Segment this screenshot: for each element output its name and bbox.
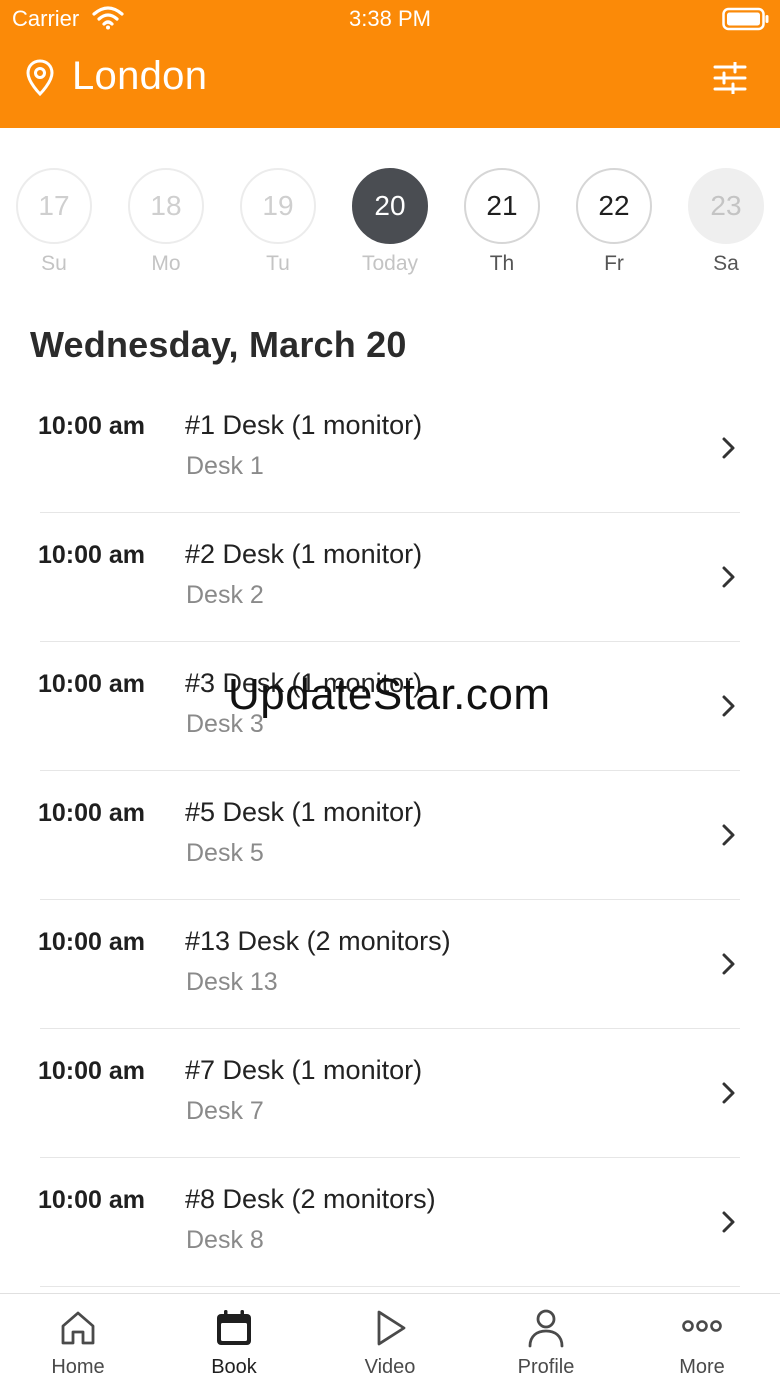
- day-21[interactable]: 21 Th: [462, 168, 542, 276]
- tab-label: Book: [211, 1356, 257, 1378]
- booking-subtitle: Desk 7: [186, 1097, 264, 1125]
- booking-title: #5 Desk (1 monitor): [185, 797, 423, 827]
- chevron-right-icon: [722, 1082, 735, 1104]
- day-label: Fr: [604, 252, 624, 275]
- booking-row[interactable]: 10:00 am #3 Desk (1 monitor) Desk 3: [0, 642, 780, 771]
- tab-label: Video: [364, 1356, 416, 1378]
- booking-time: 10:00 am: [38, 1057, 146, 1085]
- tab-label: Home: [51, 1356, 105, 1378]
- booking-title: #2 Desk (1 monitor): [185, 539, 423, 569]
- sliders-icon: [713, 62, 747, 94]
- booking-title: #7 Desk (1 monitor): [185, 1055, 423, 1085]
- day-number: 21: [464, 168, 540, 244]
- location-pin-icon: [26, 59, 54, 97]
- day-label: Th: [489, 252, 515, 275]
- booking-subtitle: Desk 13: [186, 968, 278, 996]
- tab-label: More: [679, 1356, 725, 1378]
- booking-time: 10:00 am: [38, 928, 146, 956]
- booking-row[interactable]: 10:00 am #1 Desk (1 monitor) Desk 1: [0, 384, 780, 513]
- booking-subtitle: Desk 8: [186, 1226, 264, 1254]
- booking-title: #1 Desk (1 monitor): [185, 410, 423, 440]
- booking-row[interactable]: 10:00 am #2 Desk (1 monitor) Desk 2: [0, 513, 780, 642]
- day-number: 23: [688, 168, 764, 244]
- day-label: Today: [361, 252, 419, 275]
- day-22[interactable]: 22 Fr: [574, 168, 654, 276]
- booking-time: 10:00 am: [38, 541, 146, 569]
- booking-subtitle: Desk 3: [186, 710, 264, 738]
- more-icon: [682, 1320, 722, 1332]
- day-number: 20: [352, 168, 428, 244]
- day-number: 22: [576, 168, 652, 244]
- header-bar: Carrier 3:38 PM London: [0, 0, 780, 128]
- booking-title: #13 Desk (2 monitors): [185, 926, 451, 956]
- day-17[interactable]: 17 Su: [14, 168, 94, 276]
- chevron-right-icon: [722, 437, 735, 459]
- filter-button[interactable]: [708, 56, 752, 100]
- chevron-right-icon: [722, 953, 735, 975]
- date-strip: 17 Su 18 Mo 19 Tu 20 Today 21 Th 22 Fr 2…: [0, 168, 780, 280]
- date-heading: Wednesday, March 20: [30, 324, 407, 365]
- tab-book[interactable]: Book: [156, 1294, 312, 1387]
- day-label: Su: [41, 252, 67, 275]
- tab-video[interactable]: Video: [312, 1294, 468, 1387]
- calendar-icon: [217, 1310, 251, 1345]
- profile-icon: [528, 1309, 564, 1348]
- day-23[interactable]: 23 Sa: [686, 168, 766, 276]
- day-20-today[interactable]: 20 Today: [350, 168, 430, 276]
- day-number: 19: [240, 168, 316, 244]
- day-label: Tu: [266, 252, 290, 275]
- home-icon: [61, 1311, 95, 1345]
- day-label: Mo: [151, 252, 181, 275]
- booking-row[interactable]: 10:00 am #13 Desk (2 monitors) Desk 13: [0, 900, 780, 1029]
- chevron-right-icon: [722, 824, 735, 846]
- chevron-right-icon: [722, 566, 735, 588]
- day-label: Sa: [713, 252, 739, 275]
- tab-more[interactable]: More: [624, 1294, 780, 1387]
- tab-profile[interactable]: Profile: [468, 1294, 624, 1387]
- status-bar: Carrier 3:38 PM: [0, 0, 780, 38]
- day-19[interactable]: 19 Tu: [238, 168, 318, 276]
- status-time: 3:38 PM: [349, 6, 431, 31]
- booking-subtitle: Desk 5: [186, 839, 264, 867]
- booking-time: 10:00 am: [38, 412, 146, 440]
- booking-row[interactable]: 10:00 am #5 Desk (1 monitor) Desk 5: [0, 771, 780, 900]
- booking-list: 10:00 am #1 Desk (1 monitor) Desk 1 10:0…: [0, 384, 780, 1287]
- chevron-right-icon: [722, 695, 735, 717]
- chevron-right-icon: [722, 1211, 735, 1233]
- day-18[interactable]: 18 Mo: [126, 168, 206, 276]
- app-screen: Carrier 3:38 PM London 17 Su 18 Mo 19 Tu…: [0, 0, 780, 1387]
- booking-time: 10:00 am: [38, 1186, 146, 1214]
- booking-title: #3 Desk (1 monitor): [185, 668, 423, 698]
- day-number: 18: [128, 168, 204, 244]
- booking-row[interactable]: 10:00 am #7 Desk (1 monitor) Desk 7: [0, 1029, 780, 1158]
- booking-time: 10:00 am: [38, 670, 146, 698]
- booking-row[interactable]: 10:00 am #8 Desk (2 monitors) Desk 8: [0, 1158, 780, 1287]
- day-number: 17: [16, 168, 92, 244]
- booking-title: #8 Desk (2 monitors): [185, 1184, 436, 1214]
- tab-bar: Home Book Video Profile More: [0, 1293, 780, 1387]
- play-icon: [377, 1310, 406, 1346]
- battery-icon: [722, 7, 769, 31]
- booking-subtitle: Desk 1: [186, 452, 264, 480]
- booking-subtitle: Desk 2: [186, 581, 264, 609]
- location-title[interactable]: London: [72, 54, 207, 99]
- tab-label: Profile: [517, 1356, 575, 1378]
- booking-time: 10:00 am: [38, 799, 146, 827]
- tab-home[interactable]: Home: [0, 1294, 156, 1387]
